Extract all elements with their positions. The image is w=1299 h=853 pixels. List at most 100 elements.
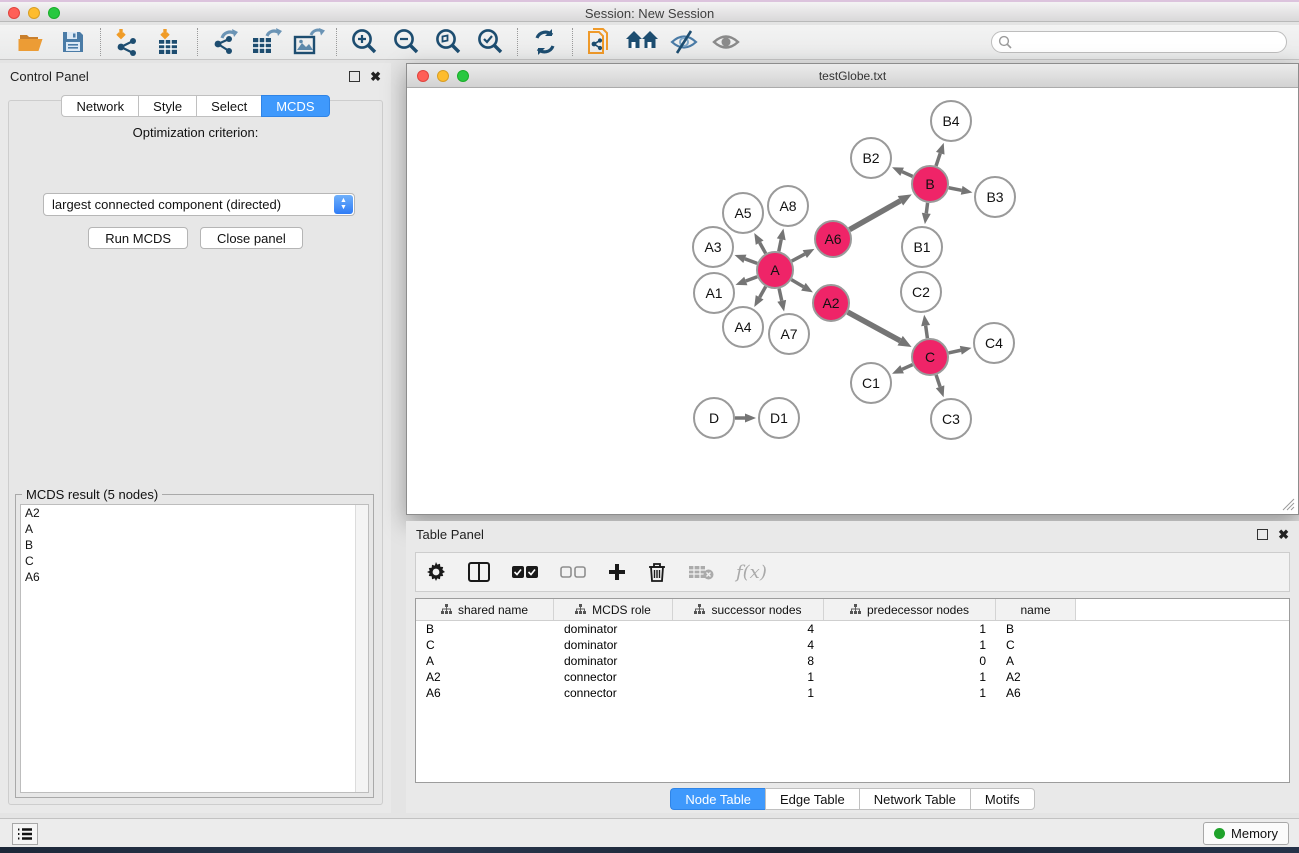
- float-table-panel-icon[interactable]: [1257, 529, 1268, 540]
- close-table-panel-icon[interactable]: ✖: [1278, 529, 1289, 540]
- resize-grip-icon[interactable]: [1282, 498, 1295, 511]
- edge-A-A4[interactable]: [760, 287, 766, 298]
- open-file-button[interactable]: [10, 26, 52, 58]
- network-canvas[interactable]: AA6A2BCA1A3A4A5A7A8B1B2B3B4C1C2C3C4DD1: [409, 89, 1296, 512]
- tab-edge-table[interactable]: Edge Table: [765, 788, 859, 810]
- table-cell[interactable]: 1: [824, 669, 996, 685]
- table-cell[interactable]: 1: [824, 637, 996, 653]
- import-network-button[interactable]: [107, 26, 149, 58]
- graph-node-A5[interactable]: A5: [723, 193, 763, 233]
- zoom-out-button[interactable]: [385, 26, 427, 58]
- scrollbar-track[interactable]: [355, 505, 368, 792]
- edge-C-C2[interactable]: [926, 326, 928, 339]
- graph-node-B2[interactable]: B2: [851, 138, 891, 178]
- table-cell[interactable]: dominator: [554, 653, 673, 669]
- edge-B-B3[interactable]: [949, 188, 962, 191]
- split-table-view-button[interactable]: [468, 562, 490, 582]
- refresh-button[interactable]: [524, 26, 566, 58]
- edge-A-A1[interactable]: [746, 277, 757, 281]
- search-input[interactable]: [991, 31, 1287, 53]
- tab-style[interactable]: Style: [138, 95, 196, 117]
- column-header-predecessor-nodes[interactable]: predecessor nodes: [824, 599, 996, 620]
- save-session-button[interactable]: [52, 26, 94, 58]
- export-network-button[interactable]: [204, 26, 246, 58]
- table-row[interactable]: Bdominator41B: [416, 621, 1289, 637]
- network-graph[interactable]: AA6A2BCA1A3A4A5A7A8B1B2B3B4C1C2C3C4DD1: [409, 89, 1298, 514]
- table-cell[interactable]: 4: [673, 637, 824, 653]
- mcds-result-list[interactable]: A2ABCA6: [20, 504, 369, 793]
- table-cell[interactable]: connector: [554, 669, 673, 685]
- zoom-selected-button[interactable]: [469, 26, 511, 58]
- table-cell[interactable]: A6: [996, 685, 1076, 701]
- table-row[interactable]: A6connector11A6: [416, 685, 1289, 701]
- mcds-result-item[interactable]: A2: [21, 505, 368, 521]
- table-row[interactable]: Cdominator41C: [416, 637, 1289, 653]
- graph-node-A8[interactable]: A8: [768, 186, 808, 226]
- show-details-button[interactable]: [705, 26, 747, 58]
- table-settings-button[interactable]: [426, 562, 446, 582]
- table-cell[interactable]: C: [416, 637, 554, 653]
- tab-select[interactable]: Select: [196, 95, 261, 117]
- hide-all-columns-button[interactable]: [560, 565, 586, 579]
- import-table-button[interactable]: [149, 26, 191, 58]
- graph-node-D1[interactable]: D1: [759, 398, 799, 438]
- memory-button[interactable]: Memory: [1203, 822, 1289, 845]
- table-cell[interactable]: dominator: [554, 621, 673, 637]
- edge-A-A8[interactable]: [779, 239, 781, 251]
- table-cell[interactable]: C: [996, 637, 1076, 653]
- table-cell[interactable]: A: [416, 653, 554, 669]
- graph-node-B[interactable]: B: [912, 166, 948, 202]
- edge-B-B1[interactable]: [926, 203, 927, 213]
- graph-node-D[interactable]: D: [694, 398, 734, 438]
- table-row[interactable]: Adominator80A: [416, 653, 1289, 669]
- mcds-result-item[interactable]: B: [21, 537, 368, 553]
- graph-node-C1[interactable]: C1: [851, 363, 891, 403]
- graph-node-C[interactable]: C: [912, 339, 948, 375]
- graph-node-A3[interactable]: A3: [693, 227, 733, 267]
- tab-network[interactable]: Network: [61, 95, 138, 117]
- mcds-result-item[interactable]: C: [21, 553, 368, 569]
- column-header-MCDS-role[interactable]: MCDS role: [554, 599, 673, 620]
- add-column-button[interactable]: [608, 563, 626, 581]
- show-all-columns-button[interactable]: [512, 565, 538, 579]
- graph-node-C3[interactable]: C3: [931, 399, 971, 439]
- export-table-button[interactable]: [246, 26, 288, 58]
- edge-B-B4[interactable]: [936, 153, 940, 166]
- table-cell[interactable]: 1: [824, 685, 996, 701]
- criterion-select[interactable]: largest connected component (directed) ▲…: [43, 193, 355, 216]
- table-cell[interactable]: 4: [673, 621, 824, 637]
- table-cell[interactable]: 1: [824, 621, 996, 637]
- column-header-shared-name[interactable]: shared name: [416, 599, 554, 620]
- network-from-file-button[interactable]: [579, 26, 621, 58]
- home-layout-button[interactable]: [621, 26, 663, 58]
- edge-C-C3[interactable]: [936, 375, 940, 387]
- table-cell[interactable]: B: [416, 621, 554, 637]
- float-panel-icon[interactable]: [349, 71, 360, 82]
- table-row[interactable]: A2connector11A2: [416, 669, 1289, 685]
- table-cell[interactable]: B: [996, 621, 1076, 637]
- edge-C-C1[interactable]: [902, 365, 913, 370]
- graph-node-A2[interactable]: A2: [813, 285, 849, 321]
- table-cell[interactable]: 1: [673, 685, 824, 701]
- graph-node-C2[interactable]: C2: [901, 272, 941, 312]
- table-cell[interactable]: A2: [416, 669, 554, 685]
- delete-table-button[interactable]: [688, 564, 714, 580]
- task-history-button[interactable]: [12, 823, 38, 845]
- table-cell[interactable]: 8: [673, 653, 824, 669]
- table-cell[interactable]: A6: [416, 685, 554, 701]
- run-mcds-button[interactable]: Run MCDS: [88, 227, 188, 249]
- edge-A-A5[interactable]: [760, 243, 766, 254]
- graph-node-A4[interactable]: A4: [723, 307, 763, 347]
- column-header-name[interactable]: name: [996, 599, 1076, 620]
- table-cell[interactable]: connector: [554, 685, 673, 701]
- table-cell[interactable]: A: [996, 653, 1076, 669]
- table-cell[interactable]: 1: [673, 669, 824, 685]
- network-window-titlebar[interactable]: testGlobe.txt: [407, 64, 1298, 88]
- edge-A-A7[interactable]: [779, 289, 782, 301]
- tab-node-table[interactable]: Node Table: [670, 788, 765, 810]
- graph-node-A[interactable]: A: [757, 252, 793, 288]
- tab-mcds[interactable]: MCDS: [261, 95, 329, 117]
- graph-node-A6[interactable]: A6: [815, 221, 851, 257]
- zoom-fit-button[interactable]: [427, 26, 469, 58]
- edge-B-B2[interactable]: [902, 172, 913, 177]
